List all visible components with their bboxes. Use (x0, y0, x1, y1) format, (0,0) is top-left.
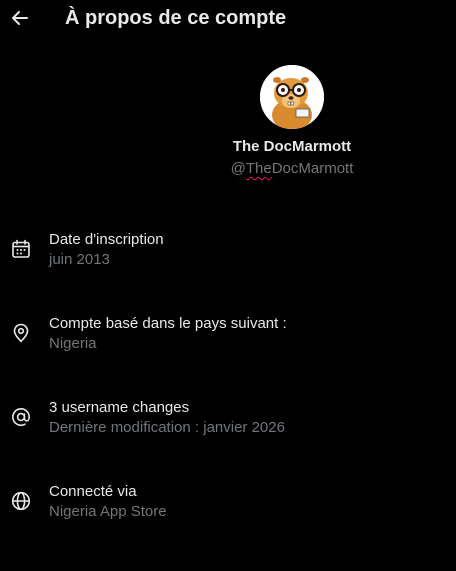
detail-label: Connecté via (49, 483, 137, 500)
page-header: À propos de ce compte (0, 0, 456, 40)
detail-row-username-changes: 3 username changes Dernière modification… (0, 399, 456, 443)
display-name: The DocMarmott (232, 138, 352, 155)
detail-label: 3 username changes (49, 399, 190, 416)
globe-icon (11, 491, 31, 511)
page-title: À propos de ce compte (65, 7, 287, 29)
arrow-left-icon (12, 11, 28, 25)
handle-spellcheck-segment: The (245, 160, 272, 177)
location-pin-icon (11, 323, 31, 343)
detail-value: Nigeria App Store (49, 503, 167, 520)
at-sign-icon (11, 407, 31, 427)
back-button[interactable] (8, 6, 32, 30)
detail-row-country: Compte basé dans le pays suivant : Niger… (0, 315, 456, 359)
avatar[interactable] (260, 65, 324, 129)
detail-label: Compte basé dans le pays suivant : (49, 315, 287, 332)
handle-prefix: @ (230, 160, 246, 177)
marmot-avatar-image (260, 65, 324, 129)
detail-value: juin 2013 (49, 251, 110, 268)
detail-row-join-date: Date d'inscription juin 2013 (0, 231, 456, 275)
detail-label: Date d'inscription (49, 231, 164, 248)
username-handle: @TheDocMarmott (229, 160, 355, 177)
calendar-icon (11, 239, 31, 259)
handle-rest: DocMarmott (271, 160, 354, 177)
detail-value: Nigeria (49, 335, 97, 352)
detail-row-connected-via: Connecté via Nigeria App Store (0, 483, 456, 527)
detail-value: Dernière modification : janvier 2026 (49, 419, 285, 436)
